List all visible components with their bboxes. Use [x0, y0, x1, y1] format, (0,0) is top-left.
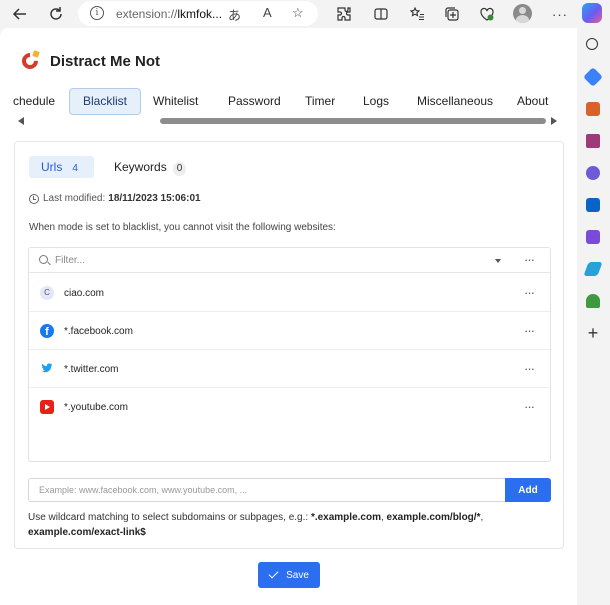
hint-example-2: example.com/blog/*	[386, 512, 481, 523]
favorites-icon[interactable]	[406, 3, 428, 25]
add-icon[interactable]: +	[586, 324, 600, 342]
list-item[interactable]: *.twitter.com ···	[29, 350, 550, 388]
url-text: extension://lkmfok...	[116, 7, 222, 21]
youtube-favicon-icon	[40, 400, 54, 414]
row-more-icon[interactable]: ···	[524, 286, 535, 299]
subtab-urls-label: Urls	[41, 160, 63, 174]
filter-more-icon[interactable]: ···	[524, 253, 535, 266]
clock-icon	[29, 193, 39, 204]
row-more-icon[interactable]: ···	[524, 400, 535, 413]
list-item[interactable]: f *.facebook.com ···	[29, 312, 550, 350]
save-button[interactable]: Save	[258, 562, 320, 588]
refresh-icon[interactable]	[45, 3, 67, 25]
filter-dropdown-icon[interactable]	[495, 259, 501, 263]
hint-example-1: *.example.com	[310, 512, 381, 523]
tag-icon[interactable]	[583, 67, 603, 87]
copilot-icon[interactable]	[582, 3, 602, 23]
subtab-keywords[interactable]: Keywords 0	[102, 156, 198, 178]
circle-app-icon[interactable]	[586, 166, 600, 180]
list-item-label: *.facebook.com	[64, 326, 133, 337]
browser-sidebar: +	[577, 28, 610, 605]
tab-password[interactable]: Password	[215, 88, 294, 115]
split-screen-icon[interactable]	[370, 3, 392, 25]
browser-toolbar: i extension://lkmfok... あ A ☆ ···	[0, 0, 610, 28]
browser-essentials-icon[interactable]	[476, 3, 498, 25]
ciao-favicon-icon: C	[40, 286, 54, 300]
last-modified-label: Last modified:	[43, 193, 106, 204]
list-item-label: *.youtube.com	[64, 402, 128, 413]
url-prefix: extension://	[116, 7, 178, 21]
tree-icon[interactable]	[586, 294, 600, 308]
keywords-count-badge: 0	[172, 162, 187, 176]
urls-count-badge: 4	[72, 163, 78, 174]
favorite-star-icon[interactable]: ☆	[292, 5, 304, 21]
send-icon[interactable]	[583, 262, 603, 276]
tab-timer[interactable]: Timer	[292, 88, 348, 115]
blacklist-notice: When mode is set to blacklist, you canno…	[29, 222, 336, 233]
subtab-urls[interactable]: Urls 4	[29, 156, 94, 178]
save-label: Save	[286, 569, 309, 581]
hint-separator-2: ,	[480, 512, 484, 523]
hint-example-3: example.com/exact-link$	[28, 527, 146, 538]
add-url-input[interactable]	[28, 478, 505, 502]
text-size-icon[interactable]: A	[263, 5, 272, 20]
list-item-label: *.twitter.com	[64, 364, 119, 375]
edit-app-icon[interactable]	[586, 230, 600, 244]
filter-search-icon	[39, 255, 48, 264]
collections-icon[interactable]	[441, 3, 463, 25]
info-icon[interactable]: i	[90, 6, 104, 20]
list-item-label: ciao.com	[64, 288, 105, 299]
last-modified-value: 18/11/2023 15:06:01	[108, 193, 201, 204]
back-icon[interactable]	[9, 3, 31, 25]
briefcase-icon[interactable]	[586, 102, 600, 116]
extensions-icon[interactable]	[333, 3, 355, 25]
tab-miscellaneous[interactable]: Miscellaneous	[404, 88, 506, 115]
outlook-icon[interactable]	[586, 198, 600, 212]
tabs-scrollbar[interactable]	[14, 117, 564, 127]
scroll-right-arrow-icon[interactable]	[551, 117, 557, 125]
url-rest: lkmfok...	[177, 7, 223, 21]
more-icon[interactable]: ···	[549, 3, 571, 25]
chess-icon[interactable]	[586, 134, 600, 148]
profile-avatar[interactable]	[513, 4, 532, 23]
facebook-favicon-icon: f	[40, 324, 54, 338]
tab-schedule[interactable]: chedule	[0, 88, 68, 115]
search-icon[interactable]	[586, 38, 598, 50]
tab-logs[interactable]: Logs	[350, 88, 402, 115]
read-aloud-icon[interactable]: あ	[228, 5, 241, 24]
scroll-left-arrow-icon[interactable]	[18, 117, 24, 125]
last-modified: Last modified: 18/11/2023 15:06:01	[29, 193, 201, 204]
row-more-icon[interactable]: ···	[524, 362, 535, 375]
app-title: Distract Me Not	[50, 52, 161, 70]
wildcard-hint: Use wildcard matching to select subdomai…	[28, 510, 548, 540]
list-item[interactable]: C ciao.com ···	[29, 274, 550, 312]
main-tabs: chedule Blacklist Whitelist Password Tim…	[0, 88, 577, 116]
add-button[interactable]: Add	[505, 478, 551, 502]
address-bar[interactable]: i extension://lkmfok... あ A ☆	[78, 1, 318, 26]
filter-bar: ···	[29, 248, 550, 273]
tab-about[interactable]: About	[504, 88, 561, 115]
blacklist-card: Urls 4 Keywords 0 Last modified: 18/11/202…	[14, 141, 564, 549]
url-list: ··· C ciao.com ··· f *.facebook.com ··· …	[28, 247, 551, 462]
hint-text: Use wildcard matching to select subdomai…	[28, 512, 311, 523]
list-item[interactable]: *.youtube.com ···	[29, 388, 550, 426]
tab-whitelist[interactable]: Whitelist	[140, 88, 211, 115]
filter-input[interactable]	[55, 253, 475, 268]
app-header: Distract Me Not	[18, 49, 161, 73]
scrollbar-thumb[interactable]	[160, 118, 546, 124]
subtab-keywords-label: Keywords	[114, 160, 167, 174]
row-more-icon[interactable]: ···	[524, 324, 535, 337]
twitter-favicon-icon	[40, 362, 54, 376]
tab-blacklist[interactable]: Blacklist	[69, 88, 142, 115]
extension-options-page: Distract Me Not chedule Blacklist Whitel…	[0, 28, 577, 605]
check-icon	[268, 568, 279, 579]
magnet-logo-icon	[18, 49, 42, 73]
